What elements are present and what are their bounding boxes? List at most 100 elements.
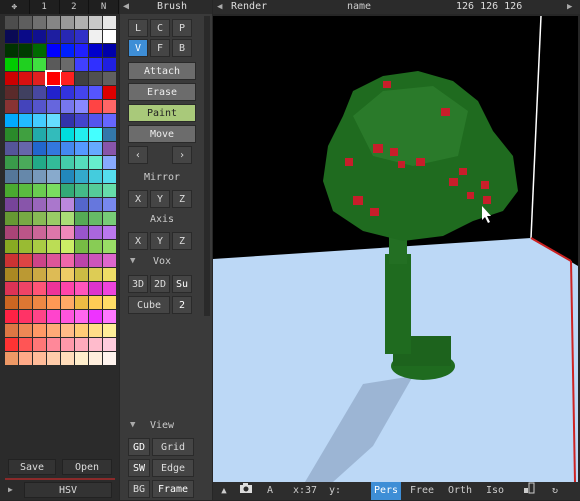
palette-swatch[interactable] [89,156,102,169]
palette-swatch[interactable] [89,16,102,29]
palette-swatch[interactable] [19,128,32,141]
palette-swatch[interactable] [75,240,88,253]
palette-swatch[interactable] [5,114,18,127]
palette-swatch[interactable] [47,128,60,141]
palette-swatch[interactable] [5,226,18,239]
palette-swatch[interactable] [103,226,116,239]
palette-swatch[interactable] [47,268,60,281]
palette-swatch[interactable] [89,142,102,155]
palette-swatch[interactable] [5,44,18,57]
axis-y-button[interactable]: Y [150,232,170,250]
attach-button[interactable]: Attach [128,62,196,80]
palette-swatch[interactable] [47,156,60,169]
palette-swatch[interactable] [103,310,116,323]
palette-swatch[interactable] [75,30,88,43]
palette-swatch[interactable] [47,100,60,113]
palette-swatch[interactable] [5,338,18,351]
mode-button-v[interactable]: V [128,39,148,57]
palette-swatch[interactable] [19,44,32,57]
palette-swatch[interactable] [19,338,32,351]
mode-button-c[interactable]: C [150,19,170,37]
palette-swatch[interactable] [19,198,32,211]
palette-swatch[interactable] [33,72,46,85]
vox-2d-button[interactable]: 2D [150,275,170,293]
palette-swatch[interactable] [61,282,74,295]
palette-swatch[interactable] [5,86,18,99]
palette-swatch[interactable] [33,212,46,225]
palette-swatch[interactable] [47,310,60,323]
palette-swatch[interactable] [103,58,116,71]
mode-button-b[interactable]: B [172,39,192,57]
mirror-x-button[interactable]: X [128,190,148,208]
palette-swatch[interactable] [75,44,88,57]
palette-swatch[interactable] [75,198,88,211]
palette-swatch[interactable] [33,44,46,57]
palette-swatch[interactable] [61,30,74,43]
palette-swatch[interactable] [61,128,74,141]
palette-swatch[interactable] [33,240,46,253]
palette-swatch[interactable] [47,324,60,337]
triangle-up-icon[interactable]: ▲ [217,482,231,500]
palette-swatch[interactable] [47,30,60,43]
palette-swatch[interactable] [89,310,102,323]
palette-swatch[interactable] [5,282,18,295]
palette-swatch[interactable] [5,142,18,155]
palette-swatch[interactable] [33,170,46,183]
palette-swatch[interactable] [61,324,74,337]
a-toggle[interactable]: A [263,482,277,500]
palette-swatch[interactable] [19,282,32,295]
view-frame-button[interactable]: Frame [152,480,194,498]
palette-swatch[interactable] [89,296,102,309]
mode-button-f[interactable]: F [150,39,170,57]
palette-swatch[interactable] [75,72,88,85]
palette-swatch[interactable] [47,170,60,183]
palette-swatch[interactable] [75,86,88,99]
palette-swatch[interactable] [19,114,32,127]
palette-swatch[interactable] [33,198,46,211]
palette-swatch[interactable] [75,170,88,183]
palette-swatch[interactable] [45,70,62,87]
palette-swatch[interactable] [75,352,88,365]
palette-swatch[interactable] [89,226,102,239]
palette-swatch[interactable] [33,156,46,169]
palette-swatch[interactable] [33,324,46,337]
model-name-field[interactable]: name [347,0,371,14]
palette-swatch[interactable] [47,338,60,351]
palette-swatch[interactable] [19,184,32,197]
palette-swatch[interactable] [103,142,116,155]
palette-swatch[interactable] [75,324,88,337]
palette-swatch[interactable] [103,156,116,169]
palette-tab-1[interactable]: 1 [30,0,60,14]
palette-swatch[interactable] [89,324,102,337]
palette-swatch[interactable] [33,100,46,113]
chevron-left-icon[interactable]: ◀ [123,0,129,14]
palette-swatch[interactable] [61,254,74,267]
palette-swatch[interactable] [89,44,102,57]
palette-swatch[interactable] [47,16,60,29]
chevron-left-icon[interactable]: ◀ [217,0,222,14]
vox-3d-button[interactable]: 3D [128,275,148,293]
open-button[interactable]: Open [62,459,112,475]
palette-swatch[interactable] [47,86,60,99]
view-mode-orth[interactable]: Orth [445,482,475,500]
palette-swatch[interactable] [5,268,18,281]
palette-swatch[interactable] [89,212,102,225]
palette-swatch[interactable] [75,282,88,295]
palette-swatch[interactable] [19,310,32,323]
palette-swatch[interactable] [19,16,32,29]
palette-swatch[interactable] [61,100,74,113]
palette-swatch[interactable] [33,58,46,71]
view-mode-iso[interactable]: Iso [483,482,507,500]
palette-swatch[interactable] [89,268,102,281]
palette-swatch[interactable] [47,352,60,365]
palette-swatch[interactable] [5,72,18,85]
palette-swatch[interactable] [47,44,60,57]
palette-swatch[interactable] [89,240,102,253]
palette-swatch[interactable] [61,142,74,155]
palette-swatch[interactable] [61,338,74,351]
palette-swatch[interactable] [47,240,60,253]
palette-swatch[interactable] [33,310,46,323]
palette-swatch[interactable] [103,86,116,99]
palette-swatch[interactable] [75,114,88,127]
vox-collapse-icon[interactable]: ▼ [130,256,135,266]
